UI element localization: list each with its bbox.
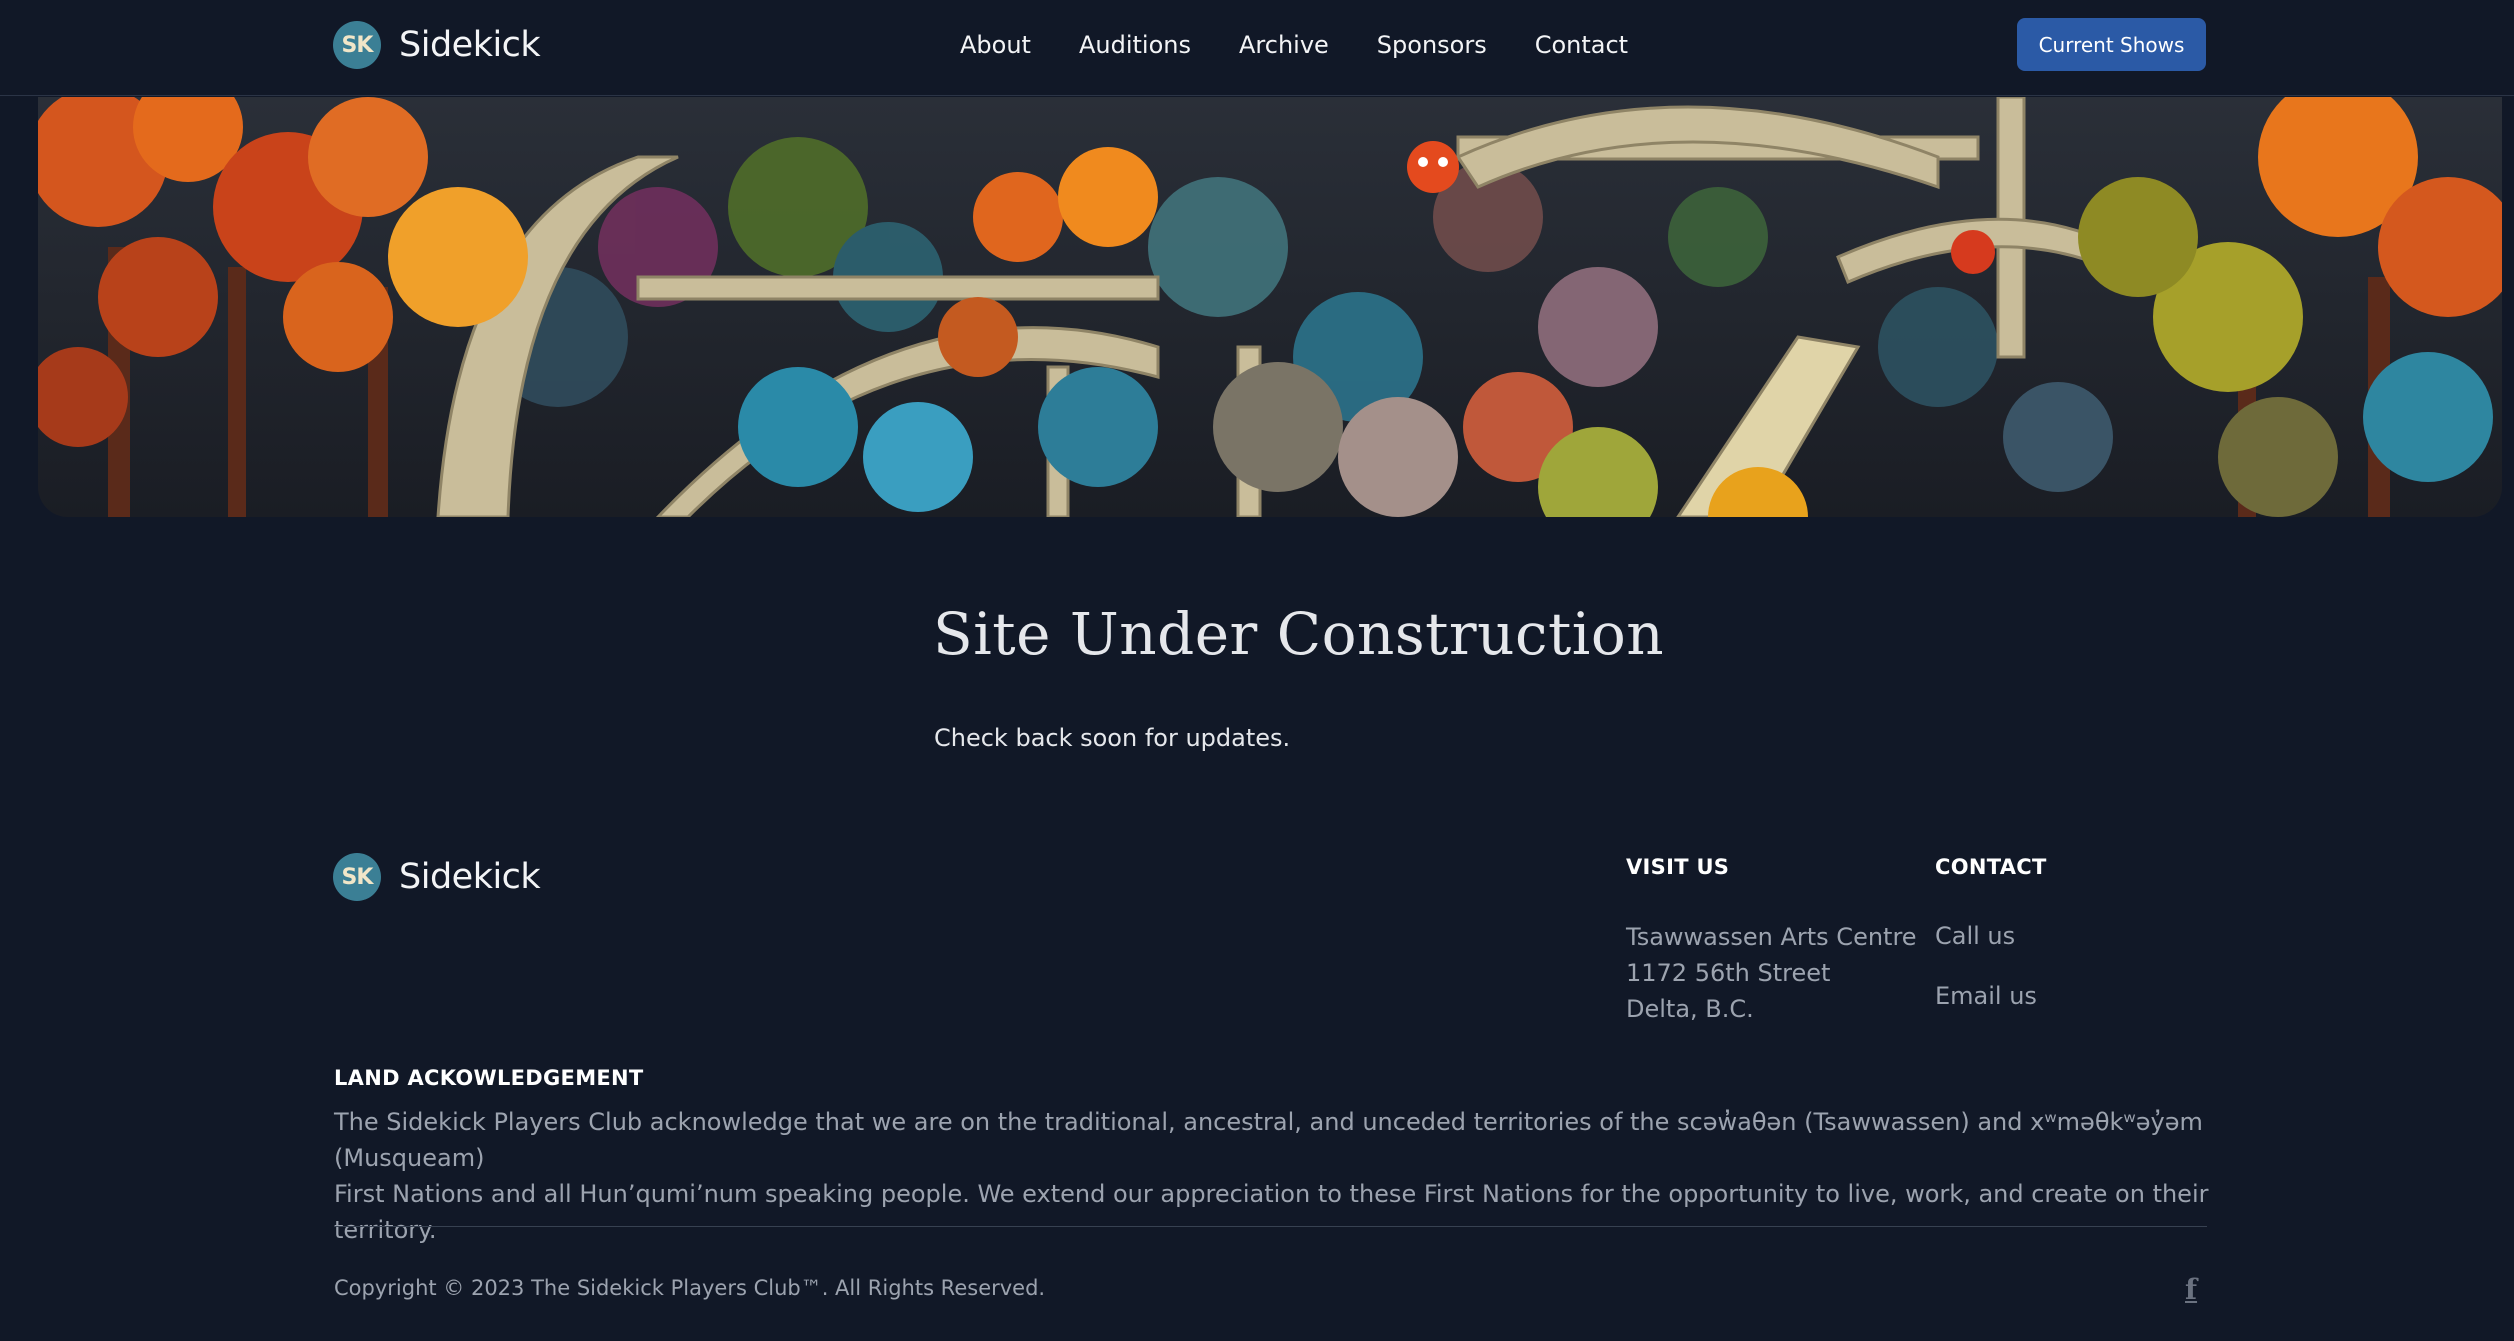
logo-badge-icon: SK — [333, 21, 381, 69]
header-logo[interactable]: SK Sidekick — [333, 19, 541, 71]
contact-heading: CONTACT — [1935, 855, 2047, 879]
land-acknowledgement-heading: LAND ACKOWLEDGEMENT — [334, 1066, 644, 1090]
hero-illustration — [38, 97, 2502, 517]
hero-banner — [38, 97, 2502, 517]
footer-logo[interactable]: SK Sidekick — [333, 851, 541, 903]
visit-us-heading: VISIT US — [1626, 855, 1730, 879]
site-header: SK Sidekick About Auditions Archive Spon… — [0, 0, 2514, 96]
main-nav: About Auditions Archive Sponsors Contact — [960, 26, 1676, 64]
call-us-link[interactable]: Call us — [1935, 922, 2015, 950]
copyright-text: Copyright © 2023 The Sidekick Players Cl… — [334, 1276, 1046, 1300]
footer-divider — [334, 1226, 2207, 1227]
nav-link-archive[interactable]: Archive — [1239, 26, 1329, 64]
page-subtitle: Check back soon for updates. — [934, 724, 1291, 752]
nav-link-about[interactable]: About — [960, 26, 1031, 64]
visit-address: Tsawwassen Arts Centre 1172 56th Street … — [1626, 919, 1917, 1027]
logo-text: Sidekick — [399, 857, 541, 897]
land-acknowledgement-line-2: First Nations and all Hun’qumi’num speak… — [334, 1180, 2209, 1244]
logo-badge-icon: SK — [333, 853, 381, 901]
nav-link-sponsors[interactable]: Sponsors — [1377, 26, 1487, 64]
nav-link-auditions[interactable]: Auditions — [1079, 26, 1191, 64]
email-us-link[interactable]: Email us — [1935, 982, 2037, 1010]
current-shows-button[interactable]: Current Shows — [2017, 18, 2206, 71]
address-line-street: 1172 56th Street — [1626, 959, 1831, 987]
address-line-city: Delta, B.C. — [1626, 995, 1754, 1023]
facebook-icon[interactable]: f — [2185, 1273, 2197, 1306]
logo-text: Sidekick — [399, 25, 541, 65]
page-title: Site Under Construction — [933, 600, 1665, 668]
address-line-venue: Tsawwassen Arts Centre — [1626, 923, 1917, 951]
land-acknowledgement-line-1: The Sidekick Players Club acknowledge th… — [334, 1108, 2203, 1172]
nav-link-contact[interactable]: Contact — [1535, 26, 1628, 64]
